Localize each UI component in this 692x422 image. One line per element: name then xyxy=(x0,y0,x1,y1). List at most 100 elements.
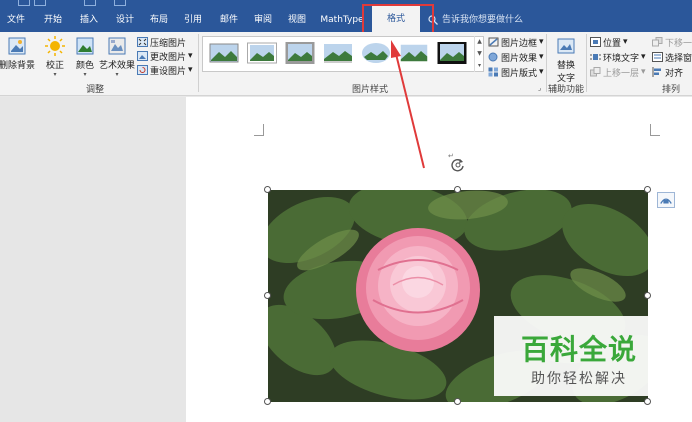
picture-effects-label: 图片效果 xyxy=(501,53,538,64)
picture-style-thumb[interactable] xyxy=(285,41,315,65)
picture-style-thumb[interactable] xyxy=(247,41,277,65)
change-picture-button[interactable]: 更改图片 ▾ xyxy=(137,50,193,63)
send-backward-label: 下移一 xyxy=(665,38,692,49)
resize-handle-sw[interactable] xyxy=(264,398,271,405)
selection-pane-icon xyxy=(652,52,663,62)
selection-pane-button[interactable]: 选择窗格 xyxy=(652,51,692,64)
dropdown-arrow-icon: ▾ xyxy=(53,71,57,78)
picture-border-button[interactable]: 图片边框 ▾ xyxy=(488,36,544,49)
color-button[interactable]: 颜色 ▾ xyxy=(72,36,98,78)
dialog-launcher-icon[interactable]: ⌟ xyxy=(538,84,541,92)
reset-picture-icon xyxy=(137,65,148,75)
resize-handle-se[interactable] xyxy=(644,398,651,405)
send-backward-icon xyxy=(652,37,663,47)
corrections-label: 校正 xyxy=(45,61,64,71)
tab-format[interactable]: 格式 xyxy=(372,6,420,32)
picture-style-thumb[interactable] xyxy=(361,41,391,65)
tab-review[interactable]: 审阅 xyxy=(250,12,276,28)
tell-me-placeholder: 告诉我你想要做什么 xyxy=(442,15,524,25)
group-separator xyxy=(198,34,199,92)
margin-corner-mark xyxy=(254,124,264,136)
tab-home[interactable]: 开始 xyxy=(40,12,66,28)
picture-effects-button[interactable]: 图片效果 ▾ xyxy=(488,51,544,64)
alt-text-label-1: 替换 xyxy=(556,61,575,71)
qat-button[interactable] xyxy=(34,0,46,6)
layout-options-button[interactable] xyxy=(657,192,675,208)
position-button[interactable]: 位置 ▾ xyxy=(590,36,628,49)
artistic-effects-button[interactable]: 艺术效果 ▾ xyxy=(99,36,136,78)
tab-references[interactable]: 引用 xyxy=(180,12,206,28)
dropdown-arrow-icon: ▾ xyxy=(623,37,628,47)
resize-handle-n[interactable] xyxy=(454,186,461,193)
quick-access-toolbar xyxy=(0,0,140,8)
tab-design[interactable]: 设计 xyxy=(112,12,138,28)
arrange-group-label: 排列 xyxy=(661,85,680,95)
resize-handle-ne[interactable] xyxy=(644,186,651,193)
picture-style-thumb[interactable] xyxy=(399,41,429,65)
bring-forward-button[interactable]: 上移一层 ▾ xyxy=(590,66,646,79)
reset-picture-label: 重设图片 xyxy=(150,66,187,77)
picture-style-thumb[interactable] xyxy=(437,41,467,65)
qat-undo-icon[interactable] xyxy=(84,0,96,6)
rotate-handle-icon[interactable] xyxy=(450,157,466,173)
corrections-button[interactable]: 校正 ▾ xyxy=(40,36,70,78)
send-backward-button[interactable]: 下移一 xyxy=(652,36,692,49)
gallery-scroll[interactable]: ▲ ▼ ▾ xyxy=(474,36,484,72)
tab-mathtype[interactable]: MathType xyxy=(318,12,366,28)
remove-background-button[interactable]: 删除背景 xyxy=(0,36,36,71)
scroll-up-icon[interactable]: ▲ xyxy=(475,36,484,48)
resize-handle-w[interactable] xyxy=(264,292,271,299)
alt-text-icon xyxy=(557,38,575,54)
dropdown-arrow-icon: ▾ xyxy=(641,52,646,62)
gallery-more-icon[interactable]: ▾ xyxy=(475,60,484,72)
dropdown-arrow-icon: ▾ xyxy=(188,65,193,75)
tab-view[interactable]: 视图 xyxy=(284,12,310,28)
position-label: 位置 xyxy=(603,38,622,49)
picture-border-icon xyxy=(488,37,499,47)
picture-layout-label: 图片版式 xyxy=(501,68,538,79)
margin-corner-mark xyxy=(650,124,660,136)
compress-pictures-button[interactable]: 压缩图片 xyxy=(137,36,187,49)
qat-button[interactable] xyxy=(18,0,30,6)
alt-text-button[interactable]: 替换 文字 xyxy=(552,36,580,84)
tab-file[interactable]: 文件 xyxy=(4,12,28,28)
wrap-text-button[interactable]: 环境文字 ▾ xyxy=(590,51,646,64)
change-picture-icon xyxy=(137,51,148,61)
layout-options-icon xyxy=(660,198,672,204)
color-label: 颜色 xyxy=(75,61,94,71)
remove-background-icon xyxy=(8,37,26,55)
search-icon xyxy=(428,15,438,25)
adjust-group-label: 调整 xyxy=(85,85,104,95)
tab-layout[interactable]: 布局 xyxy=(146,12,172,28)
align-button[interactable]: 对齐 xyxy=(652,66,683,79)
compress-icon xyxy=(137,37,148,47)
picture-styles-gallery[interactable] xyxy=(202,36,484,72)
resize-handle-nw[interactable] xyxy=(264,186,271,193)
group-separator xyxy=(586,34,587,92)
picture-effects-icon xyxy=(488,52,498,62)
tell-me-search[interactable]: 告诉我你想要做什么 xyxy=(428,12,523,28)
resize-handle-s[interactable] xyxy=(454,398,461,405)
remove-background-label: 删除背景 xyxy=(0,61,36,71)
tab-mailings[interactable]: 邮件 xyxy=(216,12,242,28)
scroll-down-icon[interactable]: ▼ xyxy=(475,48,484,60)
accessibility-group-label: 辅助功能 xyxy=(547,85,584,95)
dropdown-arrow-icon: ▾ xyxy=(188,51,193,61)
ribbon: 删除背景 校正 ▾ 颜色 ▾ 艺术效果 ▾ 压缩图片 更改图片 ▾ 重设图片 ▾… xyxy=(0,32,692,96)
tab-insert[interactable]: 插入 xyxy=(76,12,102,28)
compress-label: 压缩图片 xyxy=(150,38,187,49)
artistic-effects-icon xyxy=(108,37,126,55)
artistic-effects-label: 艺术效果 xyxy=(99,61,136,71)
picture-style-thumb[interactable] xyxy=(323,41,353,65)
resize-handle-e[interactable] xyxy=(644,292,651,299)
wrap-text-label: 环境文字 xyxy=(603,53,640,64)
reset-picture-button[interactable]: 重设图片 ▾ xyxy=(137,64,193,77)
wrap-text-icon xyxy=(590,54,601,60)
sun-icon xyxy=(45,36,65,56)
picture-layout-button[interactable]: 图片版式 ▾ xyxy=(488,66,544,79)
picture-border-label: 图片边框 xyxy=(501,38,538,49)
qat-redo-icon[interactable] xyxy=(114,0,126,6)
picture-style-thumb[interactable] xyxy=(209,41,239,65)
watermark-title: 百科全说 xyxy=(520,333,637,366)
change-picture-label: 更改图片 xyxy=(150,52,187,63)
